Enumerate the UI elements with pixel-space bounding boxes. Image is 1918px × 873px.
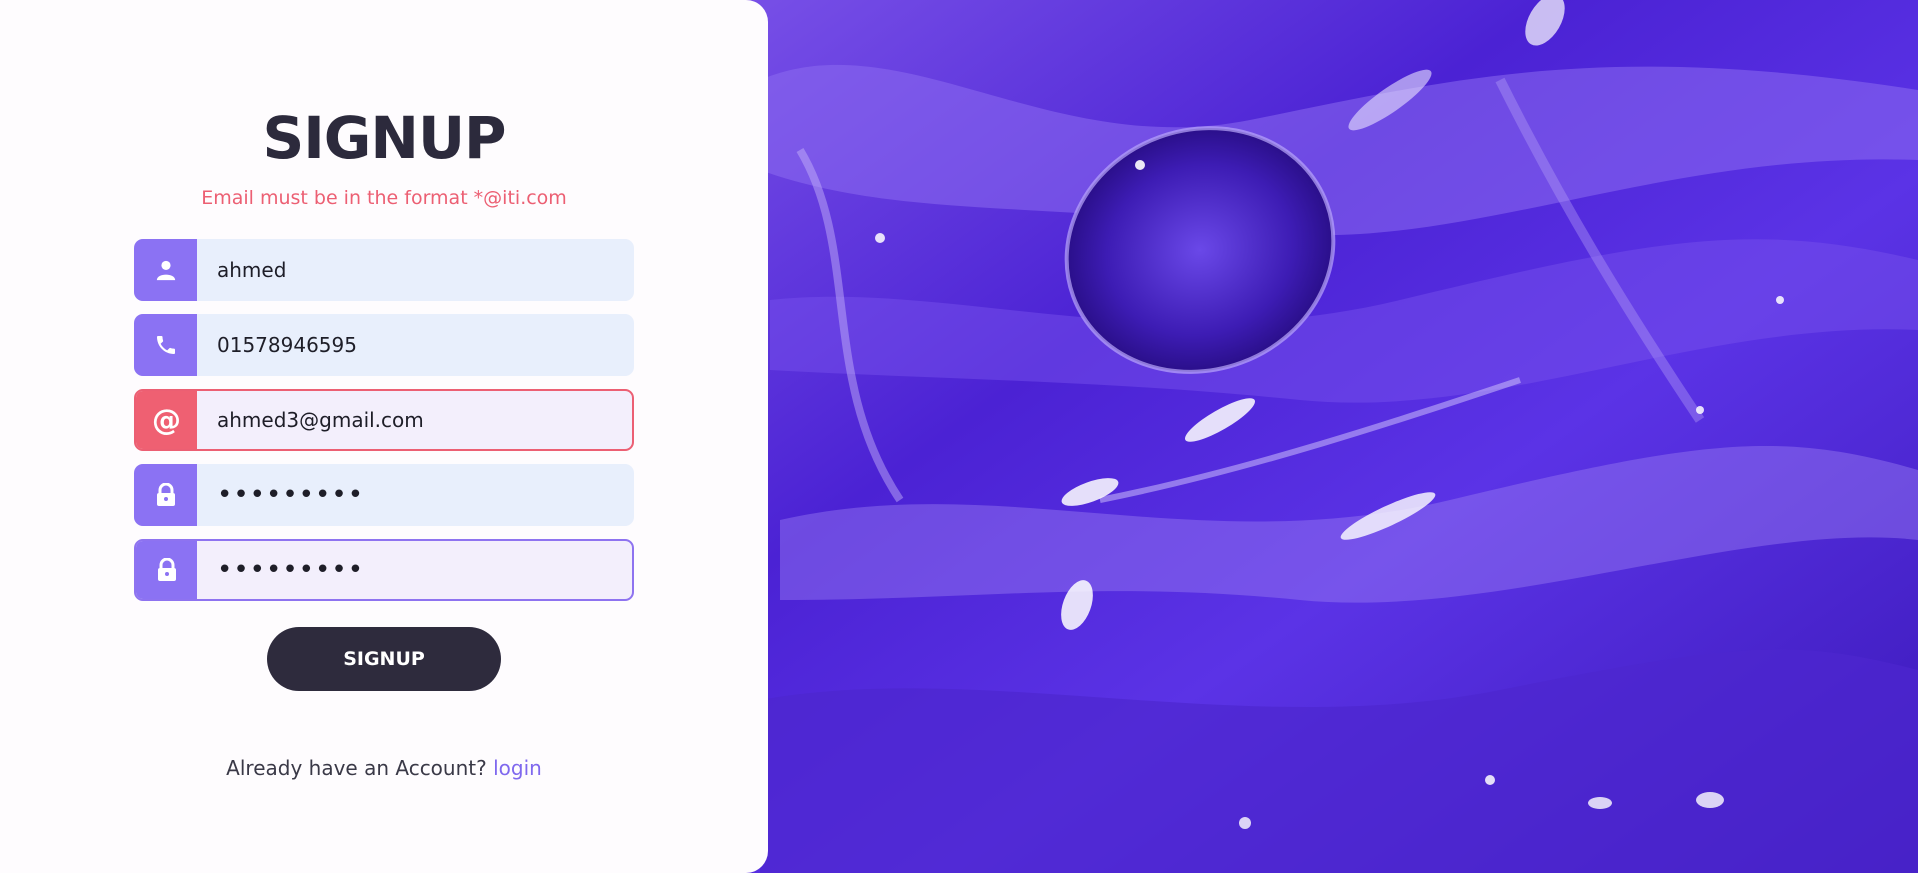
phone-input[interactable]	[197, 314, 634, 376]
password-input[interactable]	[197, 464, 634, 526]
page-title: SIGNUP	[262, 104, 506, 172]
email-field: @	[134, 389, 634, 451]
email-input[interactable]	[197, 391, 632, 449]
user-icon	[134, 239, 197, 301]
confirm-password-input[interactable]	[197, 541, 632, 599]
password-field	[134, 464, 634, 526]
phone-field	[134, 314, 634, 376]
email-format-error: Email must be in the format *@iti.com	[201, 187, 567, 209]
lock-icon	[134, 464, 197, 526]
login-link[interactable]: login	[493, 756, 542, 780]
login-prompt: Already have an Account? login	[0, 755, 768, 781]
phone-icon	[134, 314, 197, 376]
signup-panel: SIGNUP Email must be in the format *@iti…	[0, 0, 768, 873]
signup-button[interactable]: SIGNUP	[267, 627, 501, 691]
login-prompt-text: Already have an Account?	[226, 756, 487, 780]
lock-icon	[136, 541, 197, 599]
at-icon: @	[136, 391, 197, 449]
confirm-password-field	[134, 539, 634, 601]
username-field	[134, 239, 634, 301]
username-input[interactable]	[197, 239, 634, 301]
